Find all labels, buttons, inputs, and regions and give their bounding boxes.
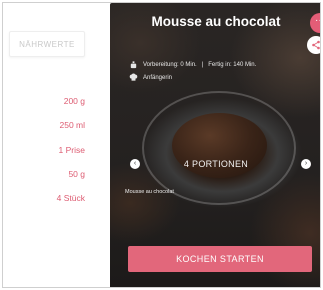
amount-item: 250 ml	[59, 120, 85, 130]
cooking-pot-icon	[130, 61, 137, 69]
recipe-caption: Mousse au chocolat	[125, 189, 174, 195]
share-icon	[312, 40, 320, 50]
start-cooking-button[interactable]: KOCHEN STARTEN	[128, 246, 312, 272]
amount-item: 1 Prise	[58, 145, 85, 155]
more-menu-button[interactable]: ···	[310, 13, 320, 33]
prep-time: Vorbereitung: 0 Min.	[143, 61, 197, 68]
recipe-hero-image: Mousse au chocolat ··· Vorbereitung: 0 M…	[110, 3, 320, 287]
nutrition-tab[interactable]: NÄHRWERTE	[9, 31, 85, 57]
app-frame: NÄHRWERTE 200 g 250 ml 1 Prise 50 g 4 St…	[2, 2, 321, 288]
chef-hat-icon	[129, 73, 138, 81]
increase-portions-button[interactable]: ›	[301, 159, 311, 169]
share-button[interactable]	[307, 36, 320, 54]
time-separator: |	[201, 61, 204, 68]
amount-item: 200 g	[63, 96, 85, 106]
recipe-title: Mousse au chocolat	[151, 14, 281, 29]
amount-item: 50 g	[68, 169, 85, 179]
ingredients-panel: NÄHRWERTE 200 g 250 ml 1 Prise 50 g 4 St…	[3, 3, 113, 287]
time-row: Vorbereitung: 0 Min. | Fertig in: 140 Mi…	[129, 60, 256, 69]
difficulty-label: Anfängerin	[143, 74, 173, 81]
portion-count: 4 PORTIONEN	[183, 159, 249, 169]
amount-item: 4 Stück	[56, 193, 85, 203]
total-time: Fertig in: 140 Min.	[208, 61, 257, 68]
difficulty-row: Anfängerin	[129, 73, 172, 82]
